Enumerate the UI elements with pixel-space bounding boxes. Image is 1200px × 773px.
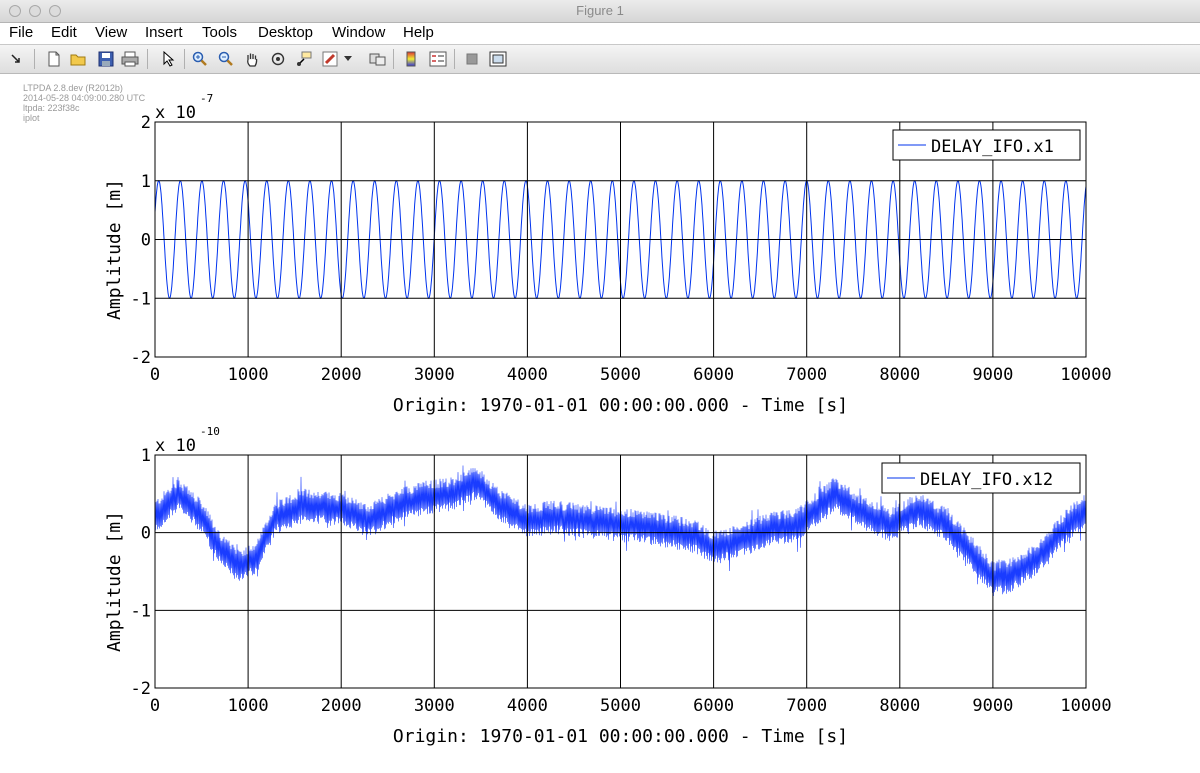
data-series-group [154, 180, 1087, 300]
axes-1: 0 1000 2000 3000 4000 5000 6000 7000 8000 9000 100… [104, 92, 1112, 416]
metadata-timestamp: 2014-05-28 04:09:00.280 UTC [23, 93, 146, 103]
y-tick-label: 0 [141, 231, 151, 251]
toolbar-separator [147, 49, 148, 69]
menu-edit[interactable]: Edit [51, 24, 77, 41]
y-axis-label: Amplitude [m] [104, 179, 125, 320]
brush-dropdown-icon[interactable] [342, 50, 354, 68]
series-line-DELAY_IFO.x1 [154, 180, 1087, 300]
axes-2: 0 1000 2000 3000 4000 5000 6000 7000 8000 9000 100… [104, 425, 1112, 747]
legend-entry: DELAY_IFO.x1 [931, 137, 1054, 157]
y-tick-label: 1 [141, 446, 151, 466]
axes-frame [154, 121, 1087, 358]
x-axis-label: Origin: 1970-01-01 00:00:00.000 - Time [… [393, 395, 848, 416]
x-tick-label: 7000 [786, 365, 827, 385]
menu-tools[interactable]: Tools [202, 24, 237, 41]
x-tick-label: 3000 [414, 365, 455, 385]
y-tick-label: 0 [141, 524, 151, 544]
x-tick-label: 2000 [321, 365, 362, 385]
y-tick-label: -2 [131, 348, 151, 368]
menu-window[interactable]: Window [332, 24, 385, 41]
brush-icon[interactable] [320, 50, 340, 68]
toolbar-separator [393, 49, 394, 69]
rotate-3d-icon[interactable] [268, 50, 288, 68]
pan-hand-icon[interactable] [242, 50, 262, 68]
legend-box [892, 129, 1081, 161]
x-tick-label: 8000 [879, 696, 920, 716]
x-tick-label: 10000 [1060, 696, 1111, 716]
figure-canvas: 0 1000 2000 3000 4000 5000 6000 7000 8000 9000 100… [104, 92, 1112, 747]
exponent-power: -10 [200, 425, 220, 438]
axes-frame [154, 454, 1087, 689]
x-tick-label: 4000 [507, 696, 548, 716]
metadata-version: LTPDA 2.8.dev (R2012b) [23, 83, 123, 93]
toolbar-separator [454, 49, 455, 69]
x-tick-label: 0 [150, 696, 160, 716]
data-series-group [154, 465, 1087, 597]
new-figure-icon[interactable] [44, 50, 64, 68]
legend-entry: DELAY_IFO.x12 [920, 470, 1053, 490]
menu-bar: File Edit View Insert Tools Desktop Wind… [0, 23, 1200, 43]
y-tick-label: -2 [131, 679, 151, 699]
zoom-in-icon[interactable] [190, 50, 210, 68]
x-tick-label: 0 [150, 365, 160, 385]
figure-toolbar [0, 44, 1200, 74]
data-cursor-icon[interactable] [294, 50, 314, 68]
x-tick-label: 9000 [972, 365, 1013, 385]
open-file-icon[interactable] [69, 50, 89, 68]
legend-icon[interactable] [428, 50, 448, 68]
x-axis-label: Origin: 1970-01-01 00:00:00.000 - Time [… [393, 726, 848, 747]
menu-file[interactable]: File [9, 24, 33, 41]
x-tick-label: 10000 [1060, 365, 1111, 385]
x-tick-label: 5000 [600, 365, 641, 385]
zoom-out-icon[interactable] [216, 50, 236, 68]
series-line-DELAY_IFO.x12 [154, 465, 1087, 597]
window-title: Figure 1 [576, 3, 624, 18]
menu-insert[interactable]: Insert [145, 24, 183, 41]
metadata-hash: ltpda: 223f38c [23, 103, 80, 113]
edit-plot-arrow-icon[interactable] [158, 50, 178, 68]
menu-help[interactable]: Help [403, 24, 434, 41]
y-tick-label: -1 [131, 601, 151, 621]
x-tick-label: 1000 [228, 696, 269, 716]
exponent-label: x 10 [155, 436, 196, 456]
exponent-label: x 10 [155, 103, 196, 123]
x-tick-label: 9000 [972, 696, 1013, 716]
colorbar-icon[interactable] [401, 50, 421, 68]
hide-plot-tools-icon[interactable] [462, 50, 482, 68]
print-icon[interactable] [120, 50, 140, 68]
x-tick-label: 8000 [879, 365, 920, 385]
y-tick-label: -1 [131, 289, 151, 309]
y-axis-label: Amplitude [m] [104, 511, 125, 652]
x-tick-label: 3000 [414, 696, 455, 716]
legend-box [881, 462, 1081, 494]
x-tick-label: 2000 [321, 696, 362, 716]
save-icon[interactable] [96, 50, 116, 68]
x-tick-label: 1000 [228, 365, 269, 385]
dock-arrow-icon[interactable] [6, 50, 26, 68]
y-tick-label: 2 [141, 113, 151, 133]
y-tick-label: 1 [141, 172, 151, 192]
show-plot-tools-icon[interactable] [488, 50, 508, 68]
x-tick-label: 5000 [600, 696, 641, 716]
x-tick-label: 6000 [693, 365, 734, 385]
exponent-power: -7 [200, 92, 213, 105]
x-tick-label: 7000 [786, 696, 827, 716]
link-plot-icon[interactable] [368, 50, 388, 68]
menu-desktop[interactable]: Desktop [258, 24, 313, 41]
window-titlebar: Figure 1 [0, 0, 1200, 23]
toolbar-separator [184, 49, 185, 69]
menu-view[interactable]: View [95, 24, 127, 41]
x-tick-label: 6000 [693, 696, 734, 716]
toolbar-separator [34, 49, 35, 69]
legend: DELAY_IFO.x12 [881, 462, 1081, 494]
legend: DELAY_IFO.x1 [892, 129, 1081, 161]
metadata-command: iplot [23, 113, 40, 123]
x-tick-label: 4000 [507, 365, 548, 385]
